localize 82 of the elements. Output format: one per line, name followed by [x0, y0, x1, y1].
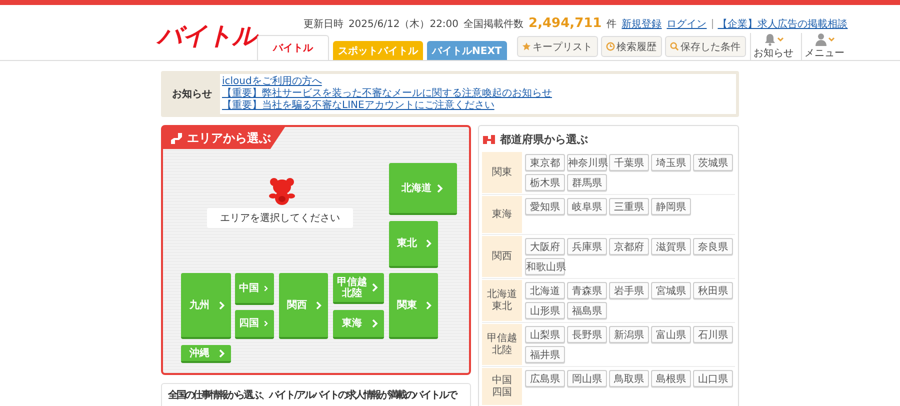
prefecture-button[interactable]: 和歌山県	[525, 258, 565, 275]
prefecture-button[interactable]: 静岡県	[651, 198, 691, 215]
logo[interactable]: バイトル	[157, 19, 257, 52]
prefecture-button[interactable]: 秋田県	[693, 282, 733, 299]
prefecture-button[interactable]: 長野県	[567, 326, 607, 343]
chevron-icon	[426, 300, 432, 310]
prefecture-button[interactable]: 兵庫県	[567, 238, 607, 255]
prefecture-button[interactable]: 千葉県	[609, 154, 649, 171]
chevron-icon	[264, 319, 268, 328]
prefecture-button[interactable]: 山梨県	[525, 326, 565, 343]
prefecture-button[interactable]: 大阪府	[525, 238, 565, 255]
notice-link[interactable]: 【重要】当社を騙る不審なLINEアカウントにご注意ください	[222, 100, 734, 112]
notice-title: お知らせ	[172, 88, 212, 101]
prefecture-button[interactable]: 三重県	[609, 198, 649, 215]
chevron-icon	[219, 348, 225, 358]
region-label: 北海道東北	[482, 280, 522, 321]
prefecture-button[interactable]: 滋賀県	[651, 238, 691, 255]
header-link[interactable]: 【企業】求人広告の掲載相談	[718, 17, 848, 31]
mascot-drawing	[267, 177, 297, 207]
prefecture-button[interactable]: 東京都	[525, 154, 565, 171]
prefecture-button[interactable]: 青森県	[567, 282, 607, 299]
prefecture-button[interactable]: 福井県	[525, 346, 565, 363]
tool-button[interactable]: キープリスト	[516, 36, 598, 57]
prefecture-title: 都道府県から選ぶ	[500, 132, 588, 147]
prefecture-button[interactable]: 石川県	[693, 326, 733, 343]
prefecture-button[interactable]: 群馬県	[567, 174, 607, 191]
prefecture-button[interactable]: 北海道	[525, 282, 565, 299]
japan-icon	[171, 132, 182, 144]
prefecture-button[interactable]: 神奈川県	[567, 154, 607, 171]
region-label: 関東	[482, 152, 522, 193]
count-label: 全国掲載件数	[464, 18, 524, 31]
clock-icon	[606, 42, 615, 51]
update-label: 更新日時	[303, 18, 344, 31]
prefecture-button[interactable]: 福島県	[567, 302, 607, 319]
prefecture-button[interactable]: 新潟県	[609, 326, 649, 343]
prefecture-button[interactable]: 島根県	[651, 370, 691, 387]
header-link[interactable]: 新規登録	[622, 17, 662, 31]
prefecture-button[interactable]: 茨城県	[693, 154, 733, 171]
region-label: 中国四国	[482, 368, 522, 405]
header-link[interactable]: ログイン	[666, 17, 707, 31]
area-title: エリアから選ぶ	[163, 127, 285, 149]
region-label: 甲信越北陸	[482, 324, 522, 365]
prefecture-button[interactable]: 岡山県	[567, 370, 607, 387]
chevron-icon	[372, 283, 378, 292]
chevron-icon	[219, 300, 225, 310]
site-tab[interactable]: バイトル	[257, 35, 329, 60]
prefecture-button[interactable]: 京都府	[609, 238, 649, 255]
region-label: 関西	[482, 236, 522, 277]
intro-text: 全国の仕事情報から選ぶ、バイト/アルバイトの求人情報が満載のバイトルで	[168, 390, 458, 402]
prefecture-button[interactable]: 富山県	[651, 326, 691, 343]
star-icon	[522, 42, 531, 51]
caret-icon	[776, 37, 784, 42]
prefecture-button[interactable]: 宮城県	[651, 282, 691, 299]
prefecture-button[interactable]: 栃木県	[525, 174, 565, 191]
region-label: 東海	[482, 196, 522, 233]
person-icon	[814, 33, 827, 46]
area-prompt: エリアを選択してください	[207, 208, 353, 228]
prefecture-button[interactable]: 山形県	[525, 302, 565, 319]
count-unit: 件	[606, 18, 617, 31]
update-time: 2025/6/12（木）22:00	[348, 18, 459, 31]
chevron-icon	[316, 300, 322, 310]
search-icon	[670, 42, 679, 51]
chevron-icon	[426, 239, 432, 248]
notice-link[interactable]: 【重要】弊社サービスを装った不審なメールに関する注意喚起のお知らせ	[222, 88, 734, 100]
chevron-icon	[436, 184, 442, 192]
caret-icon	[828, 37, 835, 42]
tool-button[interactable]: 保存した条件	[664, 36, 746, 57]
prefecture-button[interactable]: 鳥取県	[609, 370, 649, 387]
chevron-icon	[264, 284, 268, 292]
notice-link[interactable]: icloudをご利用の方へ	[222, 76, 734, 88]
prefecture-icon	[482, 134, 496, 145]
prefecture-button[interactable]: 岐阜県	[567, 198, 607, 215]
tool-button[interactable]: 検索履歴	[600, 36, 662, 57]
prefecture-button[interactable]: 山口県	[693, 370, 733, 387]
bell-icon	[764, 33, 776, 46]
prefecture-button[interactable]: 奈良県	[693, 238, 733, 255]
prefecture-button[interactable]: 岩手県	[609, 282, 649, 299]
prefecture-button[interactable]: 愛知県	[525, 198, 565, 215]
job-count: 2,494,711	[528, 16, 602, 31]
chevron-icon	[372, 319, 378, 328]
prefecture-button[interactable]: 広島県	[525, 370, 565, 387]
prefecture-button[interactable]: 埼玉県	[651, 154, 691, 171]
